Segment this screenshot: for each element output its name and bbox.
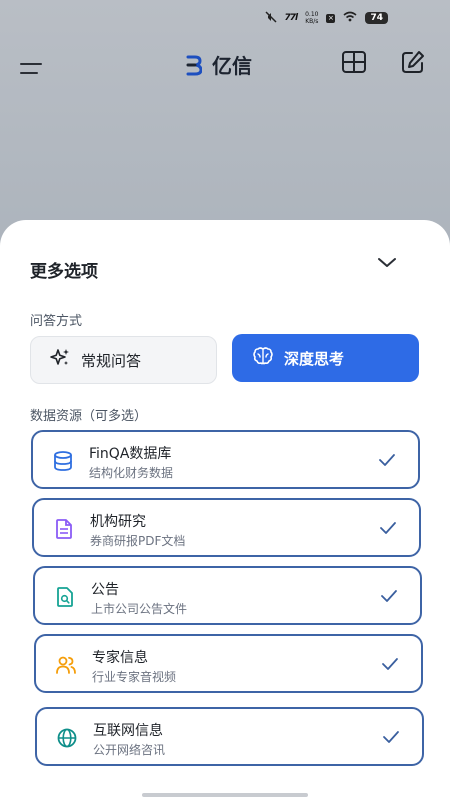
source-card-announcements[interactable]: 公告 上市公司公告文件 <box>33 566 422 625</box>
sheet-title: 更多选项 <box>30 262 98 282</box>
check-icon <box>382 729 400 743</box>
signal-text: 77l <box>284 13 299 23</box>
source-desc: 上市公司公告文件 <box>91 602 188 616</box>
mute-icon <box>264 10 277 26</box>
app-logo-icon <box>186 54 203 76</box>
source-card-finqa[interactable]: FinQA数据库 结构化财务数据 <box>31 430 420 489</box>
compose-button[interactable] <box>399 48 427 76</box>
mode-normal-label: 常规问答 <box>81 351 142 370</box>
source-name: 专家信息 <box>92 650 148 666</box>
database-icon <box>52 450 74 472</box>
source-card-internet[interactable]: 互联网信息 公开网络咨讯 <box>35 707 424 766</box>
mode-deep-thinking-button[interactable]: 深度思考 <box>232 334 419 382</box>
sparkle-icon <box>49 347 71 373</box>
sim-icon: × <box>326 13 336 23</box>
announcement-search-icon <box>54 586 76 608</box>
source-name: FinQA数据库 <box>89 446 172 462</box>
app-title: 亿信 <box>212 54 252 78</box>
check-icon <box>381 656 399 670</box>
data-sources-label: 数据资源（可多选） <box>30 409 148 424</box>
source-desc: 公开网络咨讯 <box>93 743 166 757</box>
mode-normal-qa-button[interactable]: 常规问答 <box>30 336 217 384</box>
document-icon <box>53 518 75 540</box>
check-icon <box>379 520 397 534</box>
wifi-icon <box>343 11 357 25</box>
source-name: 机构研究 <box>90 514 146 530</box>
net-speed: 0.10 KB/s <box>305 11 319 25</box>
grid-layout-button[interactable] <box>340 48 368 76</box>
more-options-sheet: 更多选项 问答方式 常规问答 深度思考 数据资源（可多选） FinQA数据库 结… <box>0 220 450 800</box>
mode-deep-label: 深度思考 <box>284 349 345 368</box>
home-indicator[interactable] <box>142 793 308 797</box>
check-icon <box>380 588 398 602</box>
source-desc: 行业专家音视频 <box>92 670 177 684</box>
globe-icon <box>56 727 78 749</box>
source-card-experts[interactable]: 专家信息 行业专家音视频 <box>34 634 423 693</box>
check-icon <box>378 452 396 466</box>
source-desc: 券商研报PDF文档 <box>90 534 186 548</box>
source-name: 公告 <box>91 582 119 598</box>
source-name: 互联网信息 <box>93 723 163 739</box>
menu-button[interactable] <box>20 63 42 75</box>
app-brand: 亿信 <box>186 50 252 79</box>
qa-mode-label: 问答方式 <box>30 314 83 329</box>
source-desc: 结构化财务数据 <box>89 466 174 480</box>
users-icon <box>55 654 77 676</box>
status-bar: 77l 0.10 KB/s × 74 <box>264 10 388 26</box>
chevron-down-icon[interactable] <box>376 254 398 270</box>
source-card-research[interactable]: 机构研究 券商研报PDF文档 <box>32 498 421 557</box>
battery-level: 74 <box>365 12 388 24</box>
brain-icon <box>252 345 274 371</box>
